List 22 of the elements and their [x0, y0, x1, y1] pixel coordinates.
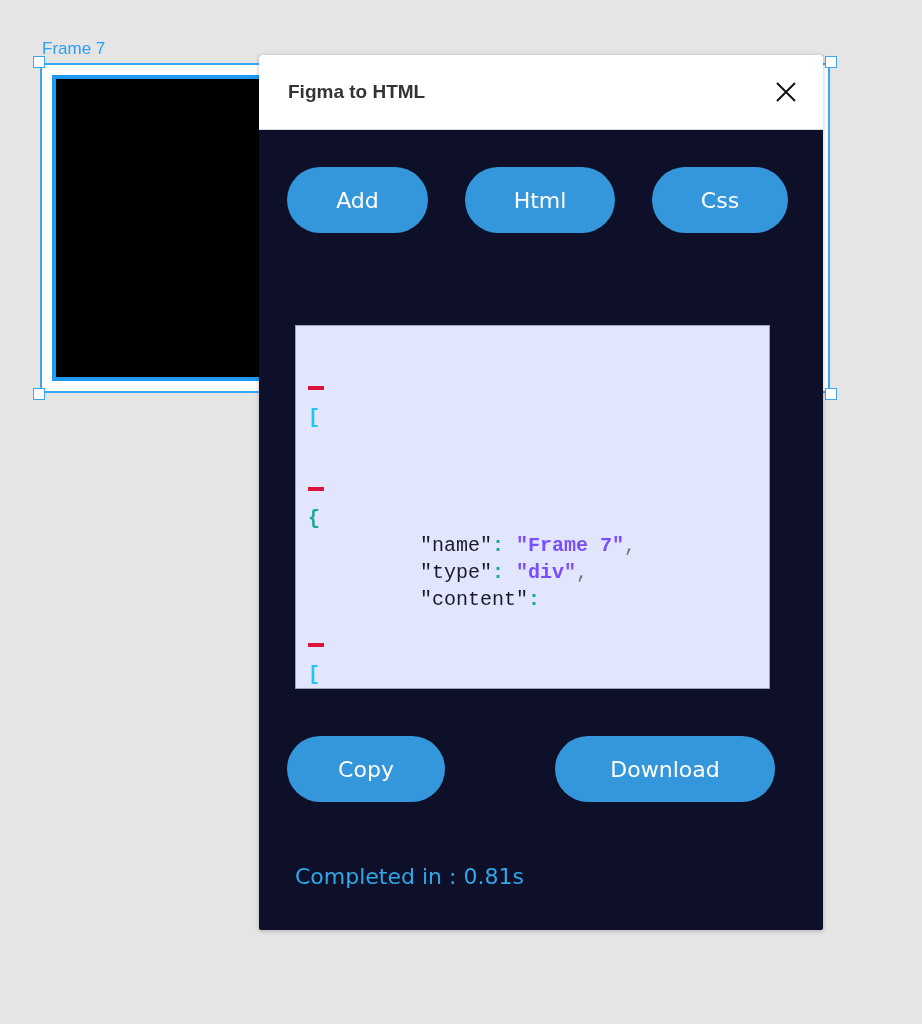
- mode-button[interactable]: Css: [652, 167, 788, 233]
- copy-button[interactable]: Copy: [287, 736, 445, 802]
- mode-button[interactable]: Add: [287, 167, 428, 233]
- code-line: "type": "div",: [420, 560, 589, 586]
- download-button[interactable]: Download: [555, 736, 775, 802]
- status-text: Completed in : 0.81s: [295, 864, 525, 889]
- code-line: "name": "Frame 7",: [420, 533, 637, 559]
- close-icon: [775, 81, 797, 103]
- mode-button[interactable]: Html: [465, 167, 615, 233]
- resize-handle[interactable]: [825, 388, 837, 400]
- resize-handle[interactable]: [33, 388, 45, 400]
- window-title: Figma to HTML: [288, 81, 426, 103]
- frame-label[interactable]: Frame 7: [42, 39, 106, 59]
- collapse-marker-icon: [308, 386, 324, 390]
- code-punctuation: {: [308, 506, 320, 532]
- code-punctuation: [: [308, 405, 320, 431]
- resize-handle[interactable]: [33, 56, 45, 68]
- collapse-marker-icon: [308, 643, 324, 647]
- code-line: "content":: [420, 587, 541, 613]
- resize-handle[interactable]: [825, 56, 837, 68]
- code-punctuation: [: [308, 662, 320, 688]
- collapse-marker-icon: [308, 487, 324, 491]
